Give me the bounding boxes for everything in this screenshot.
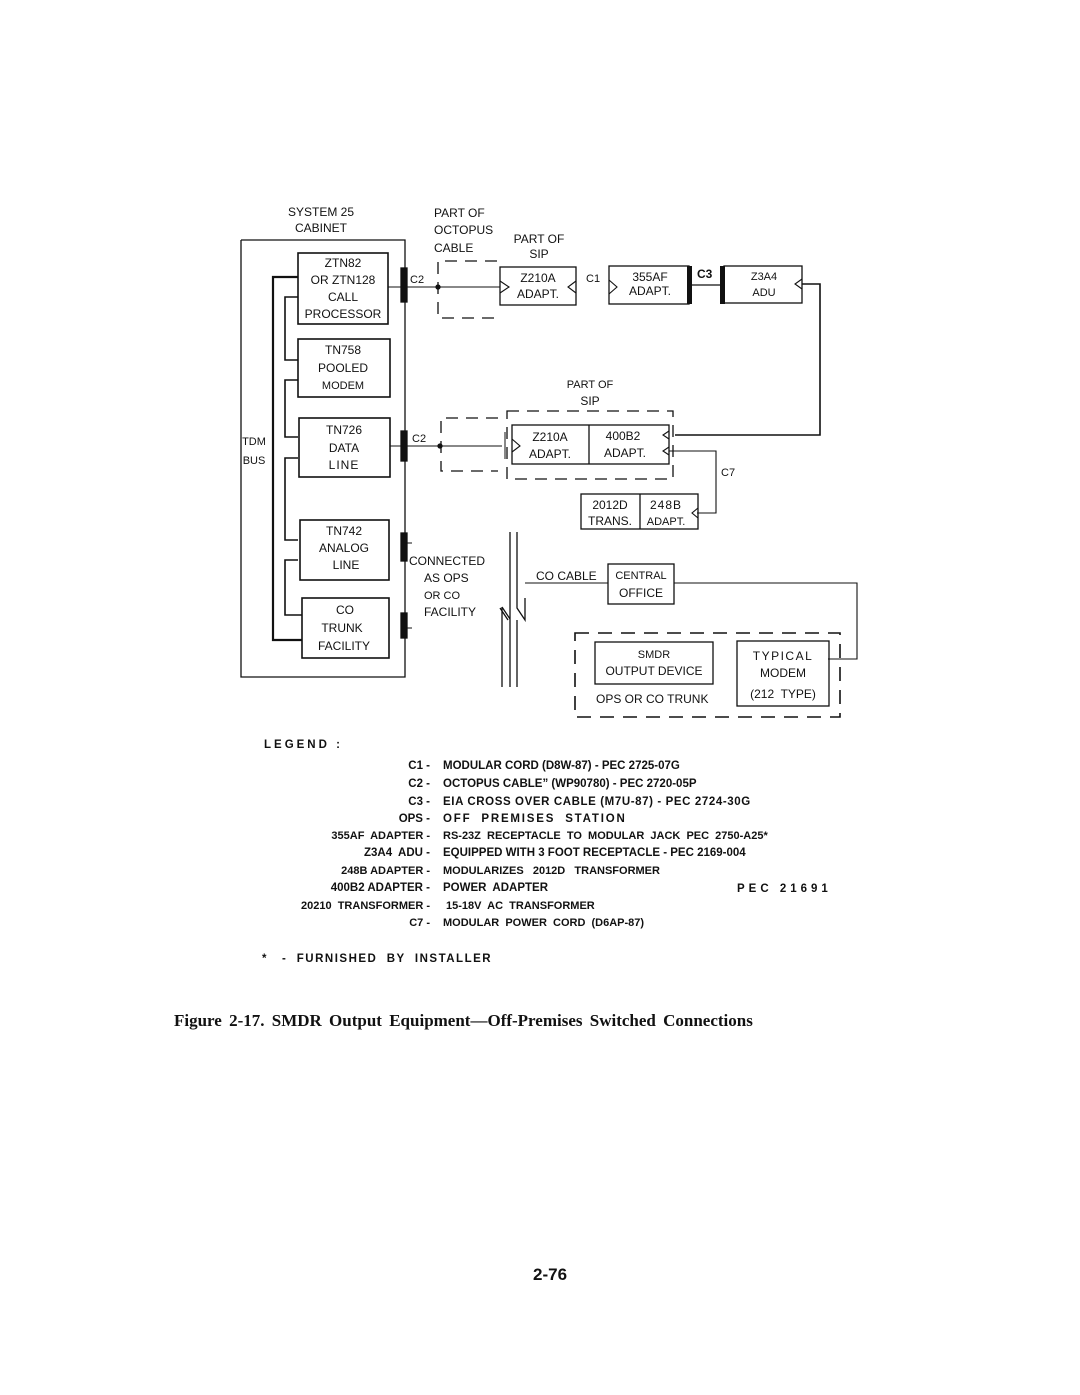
legend-key: OPS - — [398, 813, 430, 825]
connected-l1: AS OPS — [424, 571, 469, 585]
board1-l2: MODEM — [322, 380, 364, 392]
modem-l2: (212 TYPE) — [750, 687, 816, 701]
octopus-bracket-top — [437, 260, 497, 319]
connected-l0: CONNECTED — [409, 554, 485, 568]
smdr-l0: SMDR — [638, 649, 670, 661]
2012d-l1: TRANS. — [588, 514, 632, 528]
legend-value: OFF PREMISES STATION — [443, 813, 627, 825]
legend-key: 400B2 ADAPTER - — [330, 882, 430, 894]
cabinet-title-1: SYSTEM 25 — [288, 205, 354, 219]
248b-l0: 248B — [650, 498, 682, 512]
sip-dashed-box — [506, 410, 674, 480]
connector-c7-label: C7 — [721, 467, 735, 479]
board0-l2: CALL — [328, 290, 358, 304]
connector-analog — [400, 532, 408, 562]
legend-title: LEGEND : — [264, 739, 343, 751]
z210a-top-l0: Z210A — [520, 271, 555, 285]
octopus-label-0: PART OF — [434, 206, 485, 220]
board0-l3: PROCESSOR — [305, 307, 382, 321]
central-office-l1: OFFICE — [619, 586, 663, 600]
sip-top-label-1: SIP — [529, 247, 548, 261]
octopus-label-1: OCTOPUS — [434, 223, 493, 237]
footnote: * - FURNISHED BY INSTALLER — [262, 953, 493, 965]
board4-l1: TRUNK — [321, 621, 362, 635]
z3a4-l1: ADU — [752, 287, 775, 299]
sip-top-label-0: PART OF — [514, 232, 565, 246]
connector-c2-mid-label: C2 — [412, 433, 426, 445]
legend-value: MODULARIZES 2012D TRANSFORMER — [443, 865, 660, 877]
octopus-bracket-mid — [440, 417, 498, 472]
board2-l0: TN726 — [326, 423, 362, 437]
co-cable-label: CO CABLE — [536, 569, 597, 583]
legend-value: OCTOPUS CABLE” (WP90780) - PEC 2720-05P — [443, 778, 697, 790]
legend-key: 355AF ADAPTER - — [331, 830, 430, 842]
z210a-top-l1: ADAPT. — [517, 287, 559, 301]
modem-l1: MODEM — [760, 666, 806, 680]
legend-key: C2 - — [408, 778, 430, 790]
connector-c1-label: C1 — [586, 273, 600, 285]
board2-l1: DATA — [329, 441, 359, 455]
legend-value: EIA CROSS OVER CABLE (M7U-87) - PEC 2724… — [443, 796, 751, 808]
legend-key: C1 - — [408, 760, 430, 772]
connector-c2-top — [400, 267, 408, 303]
board1-l0: TN758 — [325, 343, 361, 357]
355af-l1: ADAPT. — [629, 284, 671, 298]
central-office-l0: CENTRAL — [615, 570, 666, 582]
legend-key: Z3A4 ADU - — [363, 847, 430, 859]
board4-l0: CO — [336, 603, 354, 617]
connector-c3-label: C3 — [697, 267, 713, 281]
legend-value: EQUIPPED WITH 3 FOOT RECEPTACLE - PEC 21… — [443, 847, 746, 859]
400b2-l0: 400B2 — [606, 429, 641, 443]
board3-l1: ANALOG — [319, 541, 369, 555]
legend-value: 15-18V AC TRANSFORMER — [446, 900, 595, 912]
sip-mid-label-0: PART OF — [567, 379, 614, 391]
z3a4-l0: Z3A4 — [751, 271, 777, 283]
octopus-label-2: CABLE — [434, 241, 473, 255]
connector-co-trunk — [400, 612, 408, 639]
legend-value: RS-23Z RECEPTACLE TO MODULAR JACK PEC 27… — [443, 830, 768, 842]
modem-l0: TYPICAL — [753, 649, 814, 663]
board1-l1: POOLED — [318, 361, 368, 375]
355af-l0: 355AF — [632, 270, 667, 284]
connector-c2-top-label: C2 — [410, 274, 424, 286]
legend-value: MODULAR POWER CORD (D6AP-87) — [443, 917, 645, 929]
sip-mid-label-1: SIP — [580, 394, 599, 408]
figure-caption: Figure 2-17. SMDR Output Equipment—Off-P… — [174, 1011, 753, 1030]
legend-value: MODULAR CORD (D8W-87) - PEC 2725-07G — [443, 760, 680, 772]
400b2-l1: ADAPT. — [604, 446, 646, 460]
cabinet-outline — [240, 239, 406, 678]
legend-key: 20210 TRANSFORMER - — [301, 900, 430, 912]
ops-co-trunk-label: OPS OR CO TRUNK — [596, 692, 708, 706]
board4-l2: FACILITY — [318, 639, 370, 653]
page-number: 2-76 — [533, 1265, 568, 1284]
legend-key: C3 - — [408, 796, 430, 808]
board3-l2: LINE — [333, 558, 360, 572]
cable-break-symbol — [499, 532, 526, 687]
tdm-label-1: TDM — [242, 436, 266, 448]
z210a-mid-l1: ADAPT. — [529, 447, 571, 461]
2012d-l0: 2012D — [592, 498, 628, 512]
board2-l2: LINE — [329, 458, 360, 472]
legend-key: C7 - — [409, 917, 430, 929]
board3-l0: TN742 — [326, 524, 362, 538]
pec-group-label: PEC 21691 — [737, 883, 832, 895]
legend-key: 248B ADAPTER - — [341, 865, 430, 877]
legend-value: POWER ADAPTER — [443, 882, 548, 894]
248b-l1: ADAPT. — [647, 516, 686, 528]
cabinet-title-2: CABINET — [295, 221, 348, 235]
z210a-mid-l0: Z210A — [532, 430, 567, 444]
connected-l2: OR CO — [424, 590, 461, 602]
board0-l0: ZTN82 — [325, 256, 362, 270]
board0-l1: OR ZTN128 — [311, 273, 376, 287]
tdm-label-2: BUS — [243, 455, 266, 467]
connected-l3: FACILITY — [424, 605, 476, 619]
smdr-l1: OUTPUT DEVICE — [605, 664, 702, 678]
